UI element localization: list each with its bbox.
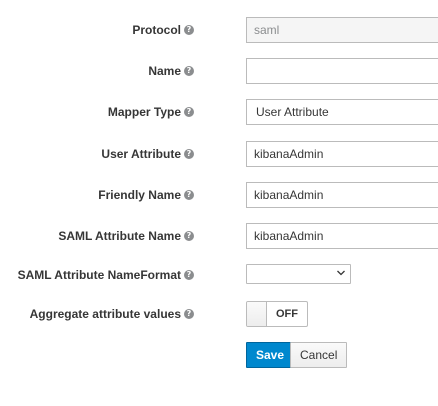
friendly-name-label-text: Friendly Name [98,188,181,202]
mapper-type-label: Mapper Type ? [108,99,194,125]
saml-nameformat-label: SAML Attribute NameFormat ? [18,262,194,288]
aggregate-toggle[interactable]: OFF [246,301,308,327]
form-actions: Save Cancel [0,342,438,368]
mapper-type-label-text: Mapper Type [107,105,181,119]
help-icon[interactable]: ? [184,270,194,280]
protocol-row: Protocol ? [0,17,438,43]
saml-attribute-name-input[interactable] [246,223,438,249]
mapper-form: Protocol ? Name ? Mapper Type ? User Att… [0,0,438,406]
toggle-knob [247,302,267,326]
user-attribute-row: User Attribute ? [0,141,438,167]
help-icon[interactable]: ? [184,309,194,319]
help-icon[interactable]: ? [184,25,194,35]
name-row: Name ? [0,58,438,84]
cancel-button[interactable]: Cancel [290,342,348,368]
protocol-label-text: Protocol [132,23,181,37]
help-icon[interactable]: ? [184,66,194,76]
name-label-text: Name [148,64,181,78]
friendly-name-input[interactable] [246,182,438,208]
user-attribute-input[interactable] [246,141,438,167]
saml-nameformat-row: SAML Attribute NameFormat ? [0,262,438,288]
name-label: Name ? [148,58,194,84]
protocol-label: Protocol ? [132,17,194,43]
saml-nameformat-label-text: SAML Attribute NameFormat [17,268,181,282]
help-icon[interactable]: ? [184,107,194,117]
help-icon[interactable]: ? [184,231,194,241]
aggregate-row: Aggregate attribute values ? OFF [0,301,438,327]
mapper-type-select[interactable]: User Attribute [246,99,438,125]
saml-attribute-name-label-text: SAML Attribute Name [58,229,181,243]
user-attribute-label: User Attribute ? [101,141,194,167]
chevron-down-icon [337,270,345,276]
protocol-field [246,17,438,43]
friendly-name-label: Friendly Name ? [98,182,194,208]
aggregate-label: Aggregate attribute values ? [30,301,194,327]
toggle-state: OFF [276,308,298,320]
help-icon[interactable]: ? [184,190,194,200]
saml-attribute-name-row: SAML Attribute Name ? [0,223,438,249]
mapper-type-row: Mapper Type ? User Attribute [0,99,438,125]
help-icon[interactable]: ? [184,149,194,159]
aggregate-label-text: Aggregate attribute values [29,307,181,321]
saml-nameformat-select[interactable] [246,264,351,284]
friendly-name-row: Friendly Name ? [0,182,438,208]
user-attribute-label-text: User Attribute [101,147,181,161]
save-button[interactable]: Save [246,342,295,368]
saml-attribute-name-label: SAML Attribute Name ? [58,223,194,249]
name-input[interactable] [246,58,438,84]
